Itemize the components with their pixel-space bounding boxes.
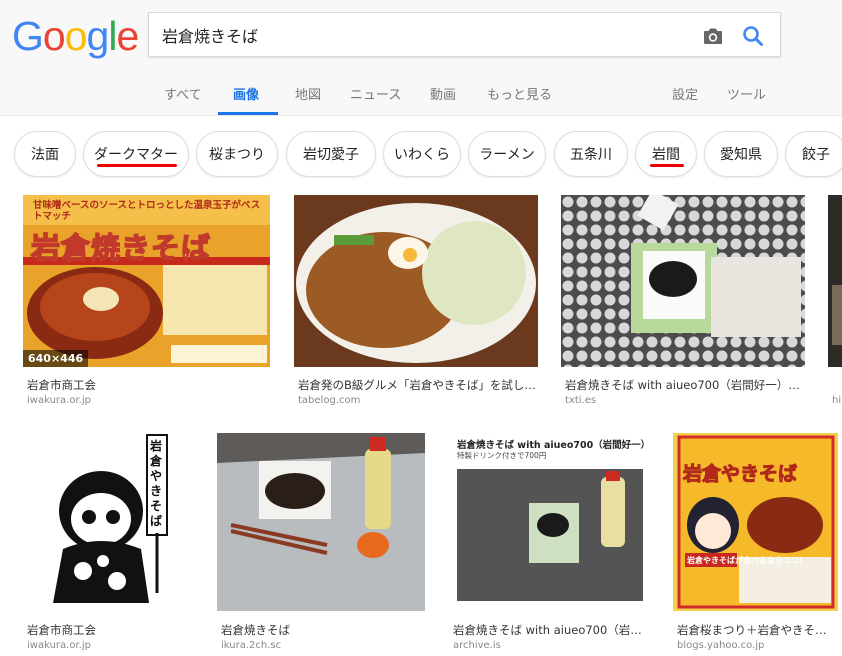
tab-all[interactable]: すべて (164, 84, 202, 103)
logo-letter: l (108, 13, 117, 59)
poster-headline: 岩倉やきそば (682, 463, 798, 486)
search-box (148, 12, 781, 57)
logo-letter: o (64, 13, 88, 59)
chip-gyoza[interactable]: 餃子 (785, 131, 842, 177)
result-caption[interactable]: 岩倉焼きそば with aiueo700（岩間好一）… (565, 377, 805, 393)
result-thumbnail[interactable] (561, 195, 805, 367)
chip-dark-matter[interactable]: ダークマター (83, 131, 189, 177)
poster-headline: 岩倉焼きそば (30, 230, 212, 266)
poster-footer: 岩倉やきそばが食べるならココ! (687, 556, 803, 565)
chip-label: 岩切愛子 (303, 147, 359, 163)
tab-videos[interactable]: 動画 (430, 84, 456, 103)
chip-norimen[interactable]: 法面 (14, 131, 76, 177)
result-thumbnail[interactable]: 岩倉焼きそば with aiueo700（岩間好一）監修。 特製ドリンク付きで7… (449, 433, 649, 611)
tab-images[interactable]: 画像 (233, 84, 259, 103)
image-dimensions-badge: 640×446 (23, 350, 89, 367)
search-icon[interactable] (739, 22, 767, 50)
result-domain: iwakura.or.jp (27, 640, 91, 651)
image-result[interactable]: 岩倉やきそば 岩倉やきそばが食べるならココ! 岩倉桜まつり＋岩倉やきそ… blo… (673, 433, 838, 656)
search-input[interactable] (162, 22, 682, 48)
image-result[interactable]: 岩倉焼きそば 甘味噌ベースのソースとトロっとした温泉玉子がベストマッチ 640×… (23, 195, 270, 407)
image-result[interactable]: 岩倉やきそば 岩倉市商工会 iwakura.or.jp (23, 433, 193, 656)
camera-icon[interactable] (701, 24, 725, 48)
result-caption[interactable]: 岩倉発のB級グルメ「岩倉やきそば」を試し… (298, 377, 538, 393)
image-result[interactable]: 岩倉焼きそば with aiueo700（岩間好一）… txti.es (561, 195, 805, 407)
header: Google すべて 画像 地図 ニュース 動画 もっと見る 設定 ツール (0, 0, 842, 116)
chip-label: 桜まつり (209, 147, 265, 163)
tab-settings[interactable]: 設定 (672, 84, 698, 103)
chip-iwakura[interactable]: いわくら (383, 131, 461, 177)
logo-letter: e (116, 13, 139, 59)
chip-label: いわくら (394, 147, 450, 163)
result-domain: txti.es (565, 395, 597, 406)
flag-text: 岩倉やきそば (150, 439, 163, 528)
image-result[interactable]: 岩倉焼きそば with aiueo700（岩間好一）監修。 特製ドリンク付きで7… (449, 433, 649, 656)
result-domain: hi (832, 395, 842, 406)
active-tab-indicator (218, 112, 278, 115)
chip-gojogawa[interactable]: 五条川 (554, 131, 628, 177)
chip-label: 五条川 (570, 147, 612, 163)
logo-letter: o (42, 13, 66, 59)
chip-label: 餃子 (802, 147, 830, 163)
chip-iwakiri-aiko[interactable]: 岩切愛子 (286, 131, 376, 177)
google-logo[interactable]: Google (12, 12, 139, 60)
chip-label: ラーメン (479, 147, 535, 163)
result-caption[interactable]: 岩倉焼きそば (221, 622, 425, 638)
chip-iwama[interactable]: 岩間 (635, 131, 697, 177)
result-caption[interactable]: 岩倉市商工会 (27, 377, 267, 393)
result-thumbnail[interactable] (294, 195, 538, 367)
doc-subtitle: 特製ドリンク付きで700円 (457, 451, 547, 460)
tab-more[interactable]: もっと見る (487, 84, 552, 103)
search-tabs: すべて 画像 地図 ニュース 動画 もっと見る 設定 ツール (0, 72, 842, 116)
result-thumbnail[interactable]: 岩倉やきそば 岩倉やきそばが食べるならココ! (673, 433, 838, 611)
result-thumbnail[interactable]: 岩倉やきそば (23, 433, 193, 611)
result-thumbnail[interactable]: 岩倉焼きそば 甘味噌ベースのソースとトロっとした温泉玉子がベストマッチ 640×… (23, 195, 270, 367)
image-result[interactable]: hi (828, 195, 842, 407)
image-result[interactable]: 岩倉焼きそば ikura.2ch.sc (217, 433, 425, 656)
result-thumbnail[interactable] (217, 433, 425, 611)
result-caption[interactable]: 岩倉焼きそば with aiueo700（岩… (453, 622, 649, 638)
image-result[interactable]: 岩倉発のB級グルメ「岩倉やきそば」を試し… tabelog.com (294, 195, 538, 407)
tab-maps[interactable]: 地図 (295, 84, 321, 103)
chip-label: 岩間 (652, 147, 680, 163)
tab-tools[interactable]: ツール (727, 84, 766, 103)
result-domain: ikura.2ch.sc (221, 640, 282, 651)
result-caption[interactable]: 岩倉桜まつり＋岩倉やきそ… (677, 622, 838, 638)
result-domain: iwakura.or.jp (27, 395, 91, 406)
result-thumbnail[interactable] (828, 195, 842, 367)
chip-label: 愛知県 (720, 147, 762, 163)
result-domain: archive.is (453, 640, 501, 651)
chip-ramen[interactable]: ラーメン (468, 131, 546, 177)
result-domain: blogs.yahoo.co.jp (677, 640, 765, 651)
chip-aichi[interactable]: 愛知県 (704, 131, 778, 177)
chip-label: 法面 (31, 147, 59, 163)
chip-sakura-matsuri[interactable]: 桜まつり (196, 131, 278, 177)
poster-subtitle: 甘味噌ベースのソースとトロっとした温泉玉子がベストマッチ (33, 200, 261, 222)
logo-letter: G (12, 13, 44, 59)
doc-title: 岩倉焼きそば with aiueo700（岩間好一）監修。 (457, 440, 649, 451)
chip-label: ダークマター (94, 147, 178, 163)
tab-news[interactable]: ニュース (350, 84, 401, 103)
logo-letter: g (86, 13, 110, 59)
red-underline-annotation (97, 164, 177, 167)
result-caption[interactable]: 岩倉市商工会 (27, 622, 193, 638)
result-domain: tabelog.com (298, 395, 361, 406)
red-underline-annotation (650, 164, 684, 167)
